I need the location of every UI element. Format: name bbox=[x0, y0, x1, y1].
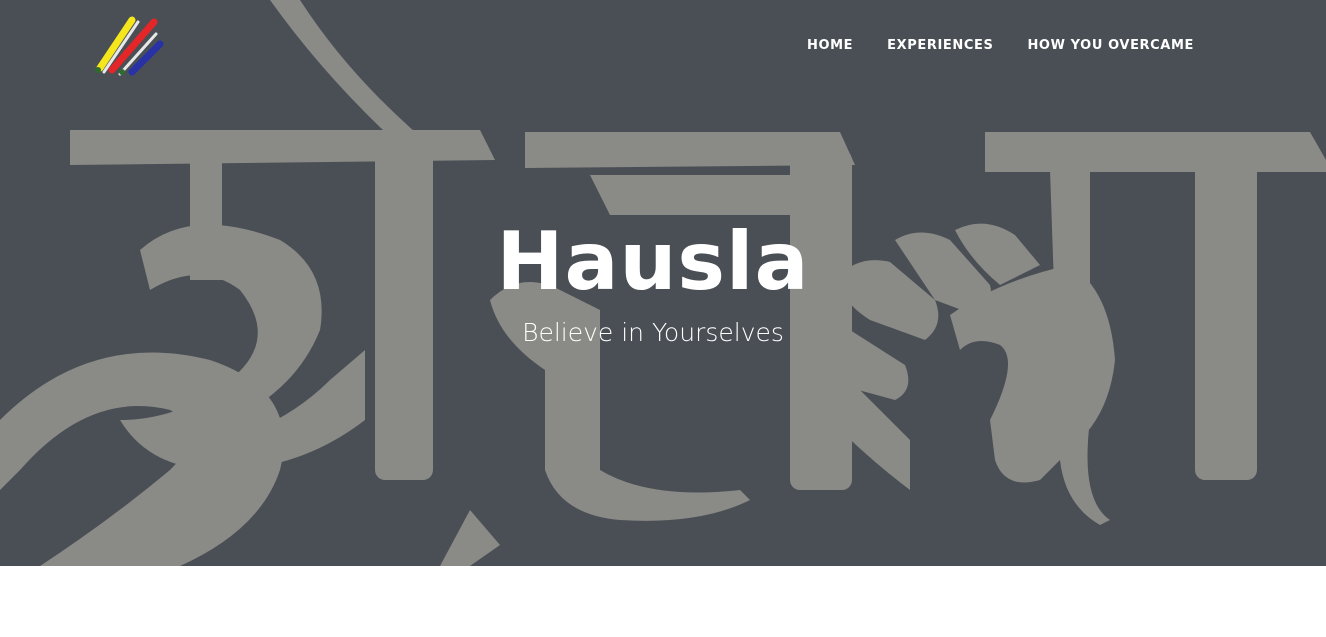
hero-title: Hausla bbox=[496, 215, 810, 308]
paint-stripes-logo[interactable] bbox=[92, 14, 166, 78]
nav-how-you-overcame-link[interactable]: HOW YOU OVERCAME bbox=[1027, 38, 1194, 53]
hero-subtitle: Believe in Yourselves bbox=[522, 318, 784, 347]
hero-text-block: Hausla Believe in Yourselves bbox=[0, 214, 1306, 350]
nav-experiences-link[interactable]: EXPERIENCES bbox=[887, 38, 993, 53]
nav-home-link[interactable]: HOME bbox=[807, 38, 853, 53]
main-nav: HOME EXPERIENCES HOW YOU OVERCAME bbox=[807, 38, 1194, 53]
hero-banner: HOME EXPERIENCES HOW YOU OVERCAME Hausla… bbox=[0, 0, 1326, 566]
